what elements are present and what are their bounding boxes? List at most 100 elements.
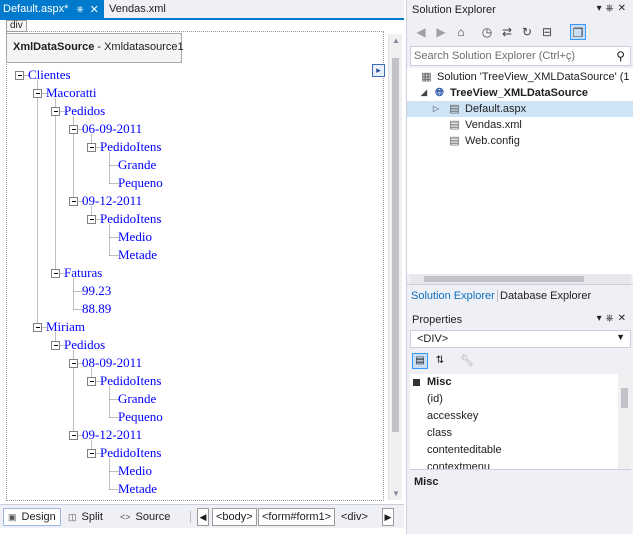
scroll-thumb[interactable] <box>392 58 399 432</box>
collapse-toggle-icon[interactable] <box>33 323 42 332</box>
breadcrumb-prev-icon[interactable]: ◀ <box>197 508 209 526</box>
collapse-toggle-icon[interactable] <box>51 269 60 278</box>
collapse-icon[interactable] <box>413 379 420 386</box>
collapse-toggle-icon[interactable] <box>87 377 96 386</box>
designer-vertical-scrollbar[interactable]: ▲ ▼ <box>388 34 402 500</box>
project-node[interactable]: ◢ 🌐︎ TreeView_XMLDataSource <box>407 85 633 101</box>
category-misc[interactable]: Misc <box>410 374 615 391</box>
collapse-toggle-icon[interactable] <box>69 197 78 206</box>
tree-node[interactable]: Pedidos <box>64 103 105 118</box>
collapse-toggle-icon[interactable] <box>51 107 60 116</box>
collapse-toggle-icon[interactable] <box>87 449 96 458</box>
property-row[interactable]: contenteditable <box>410 442 615 459</box>
tree-node[interactable]: Miriam <box>46 319 85 334</box>
tab-label: Default.aspx* <box>3 3 69 15</box>
refresh-icon[interactable]: ↻ <box>519 24 535 40</box>
tab-database-explorer[interactable]: Database Explorer <box>500 288 591 304</box>
tree-node[interactable]: 99.23 <box>82 283 111 298</box>
tree-node[interactable]: 08-09-2011 <box>82 355 142 370</box>
close-icon[interactable]: ✕ <box>90 3 99 16</box>
collapse-toggle-icon[interactable] <box>69 125 78 134</box>
file-web-config[interactable]: ▤ Web.config <box>407 133 633 149</box>
pin-icon[interactable]: ⎈ <box>76 4 83 15</box>
tree-node[interactable]: Medio <box>118 229 152 244</box>
collapse-toggle-icon[interactable] <box>15 71 24 80</box>
collapse-toggle-icon[interactable] <box>87 143 96 152</box>
collapsed-triangle-icon[interactable]: ▷ <box>431 101 441 117</box>
tree-node[interactable]: PedidoItens <box>100 445 161 460</box>
tree-node[interactable]: 06-09-2011 <box>82 121 142 136</box>
expanded-triangle-icon[interactable]: ◢ <box>419 85 429 101</box>
home-icon[interactable]: ⌂ <box>453 24 469 40</box>
tree-node[interactable]: Pedidos <box>64 337 105 352</box>
tree-node[interactable]: Faturas <box>64 265 102 280</box>
forward-icon[interactable]: ▶ <box>433 24 449 40</box>
breadcrumb-form[interactable]: <form#form1> <box>258 508 336 526</box>
breadcrumb-body[interactable]: <body> <box>212 508 257 526</box>
collapse-toggle-icon[interactable] <box>69 431 78 440</box>
tab-vendas-xml[interactable]: Vendas.xml <box>106 0 196 18</box>
tree-node[interactable]: Macoratti <box>46 85 97 100</box>
alphabetical-icon[interactable]: ⇅ <box>432 353 448 369</box>
breadcrumb-next-icon[interactable]: ▶ <box>382 508 394 526</box>
solution-explorer-horizontal-scrollbar[interactable] <box>410 274 631 284</box>
tree-node[interactable]: PedidoItens <box>100 373 161 388</box>
scroll-up-arrow-icon[interactable]: ▲ <box>389 36 403 45</box>
property-grid-scrollbar[interactable] <box>618 374 631 469</box>
tab-solution-explorer[interactable]: Solution Explorer <box>411 288 495 304</box>
chevron-down-icon[interactable]: ▼ <box>616 332 625 342</box>
scroll-thumb[interactable] <box>424 276 584 282</box>
close-icon[interactable]: ✕ <box>618 313 630 324</box>
solution-explorer-search-input[interactable]: Search Solution Explorer (Ctrl+ç) ⚲ <box>410 46 631 66</box>
split-view-button[interactable]: ◫ Split <box>64 508 107 526</box>
show-all-files-icon[interactable]: ❐ <box>570 24 586 40</box>
property-row[interactable]: (id) <box>410 391 615 408</box>
collapse-toggle-icon[interactable] <box>33 89 42 98</box>
tree-node[interactable]: Pequeno <box>118 409 163 424</box>
source-view-button[interactable]: <> Source <box>116 508 174 526</box>
tree-node[interactable]: Clientes <box>28 67 71 82</box>
tree-node[interactable]: Metade <box>118 247 157 262</box>
pin-icon[interactable]: ⎈ <box>606 313 618 324</box>
tree-node[interactable]: PedidoItens <box>100 211 161 226</box>
property-row[interactable]: accesskey <box>410 408 615 425</box>
tree-node[interactable]: 09-12-2011 <box>82 427 142 442</box>
design-surface[interactable]: div XmlDataSource - Xmldatasource1 ▸ Cli… <box>0 20 404 504</box>
tree-node[interactable]: Grande <box>118 391 156 406</box>
property-row[interactable]: class <box>410 425 615 442</box>
breadcrumb-div[interactable]: <div> <box>337 508 372 526</box>
solution-node[interactable]: ▦ Solution 'TreeView_XMLDataSource' (1 p <box>407 69 633 85</box>
solution-explorer-tree[interactable]: ▦ Solution 'TreeView_XMLDataSource' (1 p… <box>407 68 633 274</box>
tree-node[interactable]: PedidoItens <box>100 139 161 154</box>
file-default-aspx[interactable]: ▷ ▤ Default.aspx <box>407 101 633 117</box>
categorized-icon[interactable]: ▤ <box>412 353 428 369</box>
design-view-button[interactable]: ▣ Design <box>3 508 61 526</box>
file-vendas-xml[interactable]: ▤ Vendas.xml <box>407 117 633 133</box>
pin-icon[interactable]: ⎈ <box>606 3 618 14</box>
dropdown-icon[interactable]: ▾ <box>597 3 606 14</box>
tree-node[interactable]: 88.89 <box>82 301 111 316</box>
sync-icon[interactable]: ⇄ <box>499 24 515 40</box>
tree-node[interactable]: Pequeno <box>118 175 163 190</box>
collapse-toggle-icon[interactable] <box>51 341 60 350</box>
collapse-toggle-icon[interactable] <box>69 359 78 368</box>
property-pages-icon[interactable]: 🔧︎ <box>459 353 475 369</box>
properties-object-selector[interactable]: <DIV> ▼ <box>410 330 631 348</box>
tree-node[interactable]: Medio <box>118 463 152 478</box>
collapse-toggle-icon[interactable] <box>87 215 96 224</box>
document-tab-strip: Default.aspx* ⎈ ✕ Vendas.xml <box>0 0 404 20</box>
scroll-down-arrow-icon[interactable]: ▼ <box>389 489 403 498</box>
back-icon[interactable]: ◀ <box>413 24 429 40</box>
tree-node[interactable]: Grande <box>118 157 156 172</box>
property-grid[interactable]: Misc (id) accesskey class contenteditabl… <box>410 374 631 470</box>
tab-default-aspx[interactable]: Default.aspx* ⎈ ✕ <box>0 0 104 18</box>
search-icon[interactable]: ⚲ <box>616 49 625 63</box>
pending-changes-icon[interactable]: ◷ <box>479 24 495 40</box>
dropdown-icon[interactable]: ▾ <box>597 313 606 324</box>
scroll-thumb[interactable] <box>621 388 628 408</box>
collapse-all-icon[interactable]: ⊟ <box>539 24 555 40</box>
tree-node[interactable]: Metade <box>118 481 157 496</box>
tree-node[interactable]: 09-12-2011 <box>82 193 142 208</box>
close-icon[interactable]: ✕ <box>618 3 630 14</box>
property-row[interactable]: contextmenu <box>410 459 615 469</box>
